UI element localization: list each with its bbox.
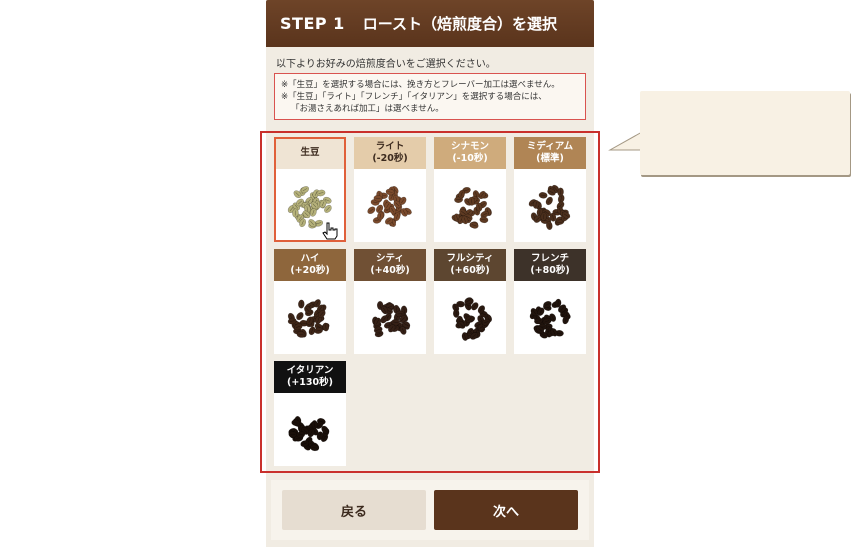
callout-bubble (640, 91, 850, 175)
coffee-beans-image (451, 186, 492, 229)
roast-step-panel: STEP 1 ロースト（焙煎度合）を選択 以下よりお好みの焙煎度合いをご選択くだ… (260, 0, 600, 547)
coffee-beans-image (288, 416, 330, 452)
roast-time: (+130秒) (287, 377, 333, 388)
roast-option-card[interactable]: ミディアム (標準) (514, 137, 586, 242)
roast-time: (-10秒) (452, 153, 488, 164)
roast-option-label: フレンチ (+80秒) (514, 249, 586, 281)
roast-name: ミディアム (526, 141, 574, 152)
roast-option-card[interactable]: ライト (-20秒) (354, 137, 426, 242)
coffee-beans-image (287, 299, 330, 338)
roast-option-label: イタリアン (+130秒) (274, 361, 346, 393)
roast-name: シナモン (450, 141, 489, 152)
navigation-footer: 戻る 次へ (271, 480, 589, 540)
hand-pointer-icon (322, 222, 338, 240)
roast-option-label: ライト (-20秒) (354, 137, 426, 169)
next-button[interactable]: 次へ (434, 490, 578, 530)
roast-option-card[interactable]: フルシティ (+60秒) (434, 249, 506, 354)
coffee-beans-image (529, 298, 571, 339)
back-button[interactable]: 戻る (282, 490, 426, 530)
roast-name: フレンチ (530, 253, 569, 264)
roast-option-card[interactable]: シティ (+40秒) (354, 249, 426, 354)
roast-time: (標準) (536, 153, 564, 164)
instruction-text: 以下よりお好みの焙煎度合いをご選択ください。 (276, 59, 496, 70)
roast-option-label: ミディアム (標準) (514, 137, 586, 169)
step-header: STEP 1 ロースト（焙煎度合）を選択 (266, 0, 594, 47)
roast-time: (+40秒) (370, 265, 410, 276)
callout-tail (608, 131, 643, 151)
roast-option-card[interactable]: シナモン (-10秒) (434, 137, 506, 242)
roast-option-label: 生豆 (274, 137, 346, 169)
step-number: STEP 1 (280, 14, 345, 33)
roast-option-card[interactable]: ハイ (+20秒) (274, 249, 346, 354)
roast-option-label: ハイ (+20秒) (274, 249, 346, 281)
coffee-beans-image (372, 301, 411, 338)
step-title: ロースト（焙煎度合）を選択 (362, 15, 558, 33)
roast-option-label: シナモン (-10秒) (434, 137, 506, 169)
coffee-beans-image (528, 184, 571, 231)
coffee-beans-image (452, 297, 493, 341)
roast-time: (+80秒) (530, 265, 570, 276)
roast-time: (+60秒) (450, 265, 490, 276)
roast-name: ハイ (300, 253, 320, 264)
roast-option-label: シティ (+40秒) (354, 249, 426, 281)
roast-option-label: フルシティ (+60秒) (434, 249, 506, 281)
roast-name: 生豆 (300, 147, 320, 158)
roast-name: ライト (375, 141, 405, 152)
roast-time: (-20秒) (372, 153, 408, 164)
notice-line: ※「生豆」を選択する場合には、挽き方とフレーバー加工は選べません。 (281, 80, 560, 90)
roast-option-card[interactable]: イタリアン (+130秒) (274, 361, 346, 466)
notice-line: 「お湯さえあれば加工」は選べません。 (291, 104, 444, 114)
notice-box: ※「生豆」を選択する場合には、挽き方とフレーバー加工は選べません。 ※「生豆」「… (274, 73, 586, 120)
roast-time: (+20秒) (290, 265, 330, 276)
roast-name: イタリアン (286, 365, 334, 376)
roast-option-card[interactable]: フレンチ (+80秒) (514, 249, 586, 354)
roast-name: シティ (376, 253, 404, 264)
notice-line: ※「生豆」「ライト」「フレンチ」「イタリアン」を選択する場合には、 (281, 92, 547, 102)
roast-name: フルシティ (446, 253, 494, 264)
roast-option-card[interactable]: 生豆 (274, 137, 346, 242)
coffee-beans-image (367, 185, 412, 227)
